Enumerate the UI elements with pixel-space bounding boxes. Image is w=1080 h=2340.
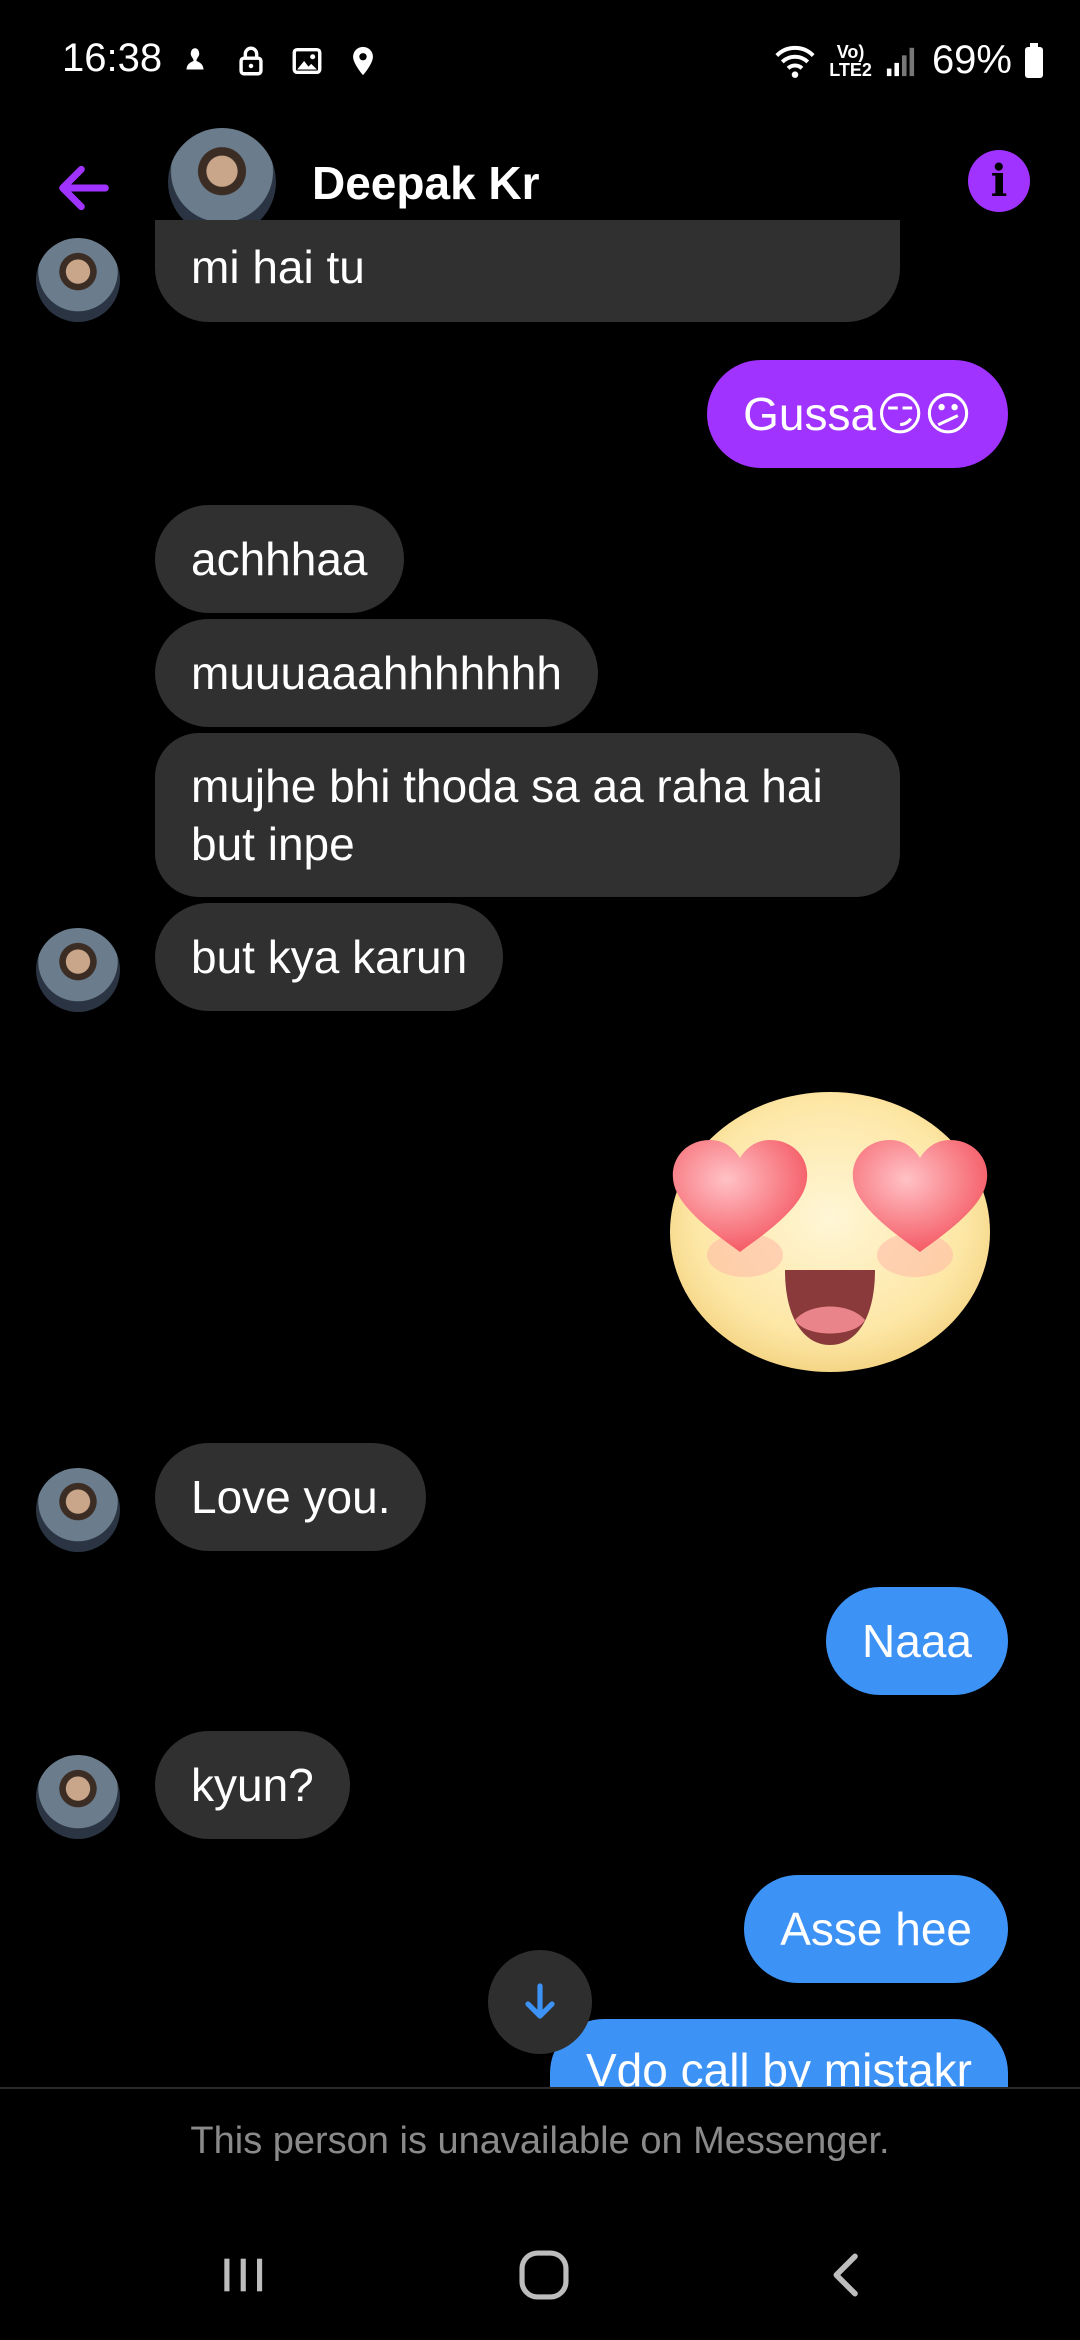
scroll-to-bottom-button[interactable] [488, 1950, 592, 2054]
back-chevron-icon [833, 2253, 858, 2297]
message-bubble-outgoing[interactable]: Naaa [826, 1587, 1008, 1695]
signal-icon [886, 47, 915, 76]
arrow-down-icon [525, 1983, 555, 2019]
message-bubble-incoming[interactable]: achhhaa [155, 505, 404, 613]
back-button[interactable] [808, 2240, 888, 2310]
volte-indicator: Vo) LTE2 [829, 43, 872, 79]
system-navigation-bar [0, 2210, 1080, 2340]
unavailable-notice: This person is unavailable on Messenger. [190, 2120, 890, 2162]
message-bubble-incoming[interactable]: Love you. [155, 1443, 427, 1551]
message-text: mi hai tu [191, 241, 365, 293]
sender-avatar[interactable] [36, 238, 120, 322]
home-button[interactable] [504, 2240, 584, 2310]
info-button[interactable]: i [968, 150, 1030, 212]
lock-icon [239, 46, 263, 76]
sender-avatar[interactable] [36, 928, 120, 1012]
location-icon [353, 46, 373, 76]
message-text: Vdo call by mistakr [585, 2044, 972, 2087]
sender-avatar[interactable] [36, 1468, 120, 1552]
message-bubble-outgoing[interactable]: Asse hee [744, 1875, 1008, 1983]
volte-label: Vo) [836, 41, 865, 62]
info-icon: i [990, 155, 1008, 207]
message-text: Love you. [191, 1471, 391, 1523]
message-text: achhhaa [191, 533, 368, 585]
message-bubble-incoming[interactable]: muuuaaahhhhhhh [155, 619, 598, 727]
message-bubble-incoming[interactable]: kyun? [155, 1731, 350, 1839]
message-text: muuuaaahhhhhhh [191, 647, 562, 699]
lte-label: LTE2 [829, 59, 872, 80]
message-bubble-incoming[interactable]: mi hai tu [155, 220, 900, 322]
home-icon [519, 2250, 569, 2300]
status-time: 16:38 [62, 36, 163, 80]
status-bar: 16:38 Vo) LTE2 69% [0, 0, 1080, 120]
wifi-icon [775, 45, 815, 78]
message-text: but kya karun [191, 931, 468, 983]
message-text: Asse hee [780, 1903, 972, 1955]
message-text: Naaa [862, 1615, 972, 1667]
status-left-icons [178, 44, 380, 78]
message-text: mujhe bhi thoda sa aa raha hai but inpe [191, 760, 823, 870]
message-bubble-incoming[interactable]: but kya karun [155, 903, 504, 1011]
sender-avatar[interactable] [36, 1755, 120, 1839]
message-text: kyun? [191, 1759, 314, 1811]
battery-icon [1025, 42, 1043, 78]
contact-name[interactable]: Deepak Kr [312, 156, 540, 210]
footer-divider [0, 2087, 1080, 2089]
status-right-icons: Vo) LTE2 69% [773, 38, 1044, 83]
message-text: Gussa😏😕 [743, 388, 972, 440]
recent-apps-button[interactable] [203, 2240, 283, 2310]
recent-apps-icon [224, 2258, 263, 2292]
message-bubble-outgoing[interactable]: Gussa😏😕 [707, 360, 1008, 468]
gallery-icon [292, 47, 322, 75]
notification-icon [186, 48, 204, 70]
message-bubble-incoming[interactable]: mujhe bhi thoda sa aa raha hai but inpe [155, 733, 900, 897]
message-bubble-outgoing[interactable]: Vdo call by mistakr [549, 2019, 1008, 2087]
battery-percent: 69% [931, 38, 1012, 82]
heart-eyes-emoji-icon[interactable] [650, 1080, 1010, 1380]
back-arrow-icon[interactable] [52, 156, 116, 220]
